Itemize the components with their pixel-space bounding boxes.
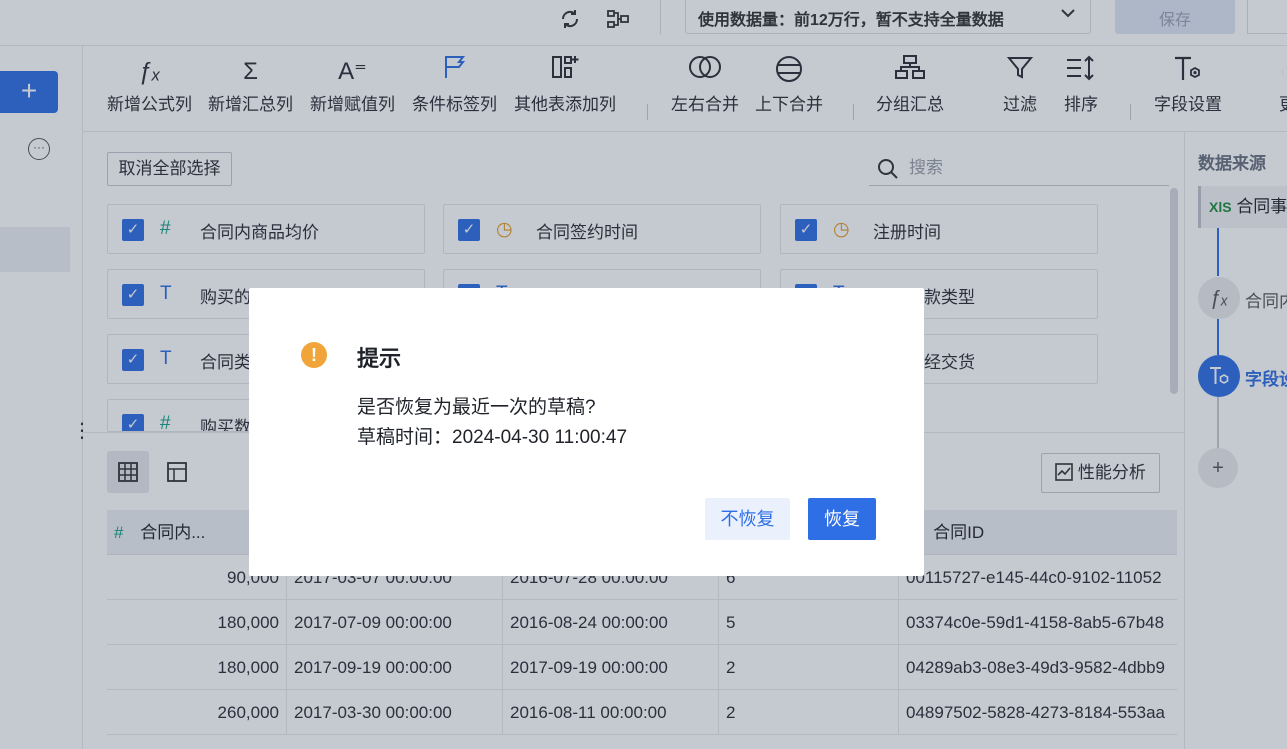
- draft-time: 草稿时间：2024-04-30 11:00:47: [357, 427, 628, 448]
- warning-icon: !: [301, 342, 327, 368]
- dialog-question: 是否恢复为最近一次的草稿?: [357, 397, 596, 418]
- dialog-title: 提示: [357, 346, 402, 371]
- restore-draft-dialog: ! 提示 是否恢复为最近一次的草稿? 草稿时间：2024-04-30 11:00…: [249, 288, 924, 576]
- dialog-message: 是否恢复为最近一次的草稿? 草稿时间：2024-04-30 11:00:47: [357, 393, 627, 453]
- restore-button[interactable]: 恢复: [808, 498, 876, 540]
- do-not-restore-button[interactable]: 不恢复: [705, 498, 790, 540]
